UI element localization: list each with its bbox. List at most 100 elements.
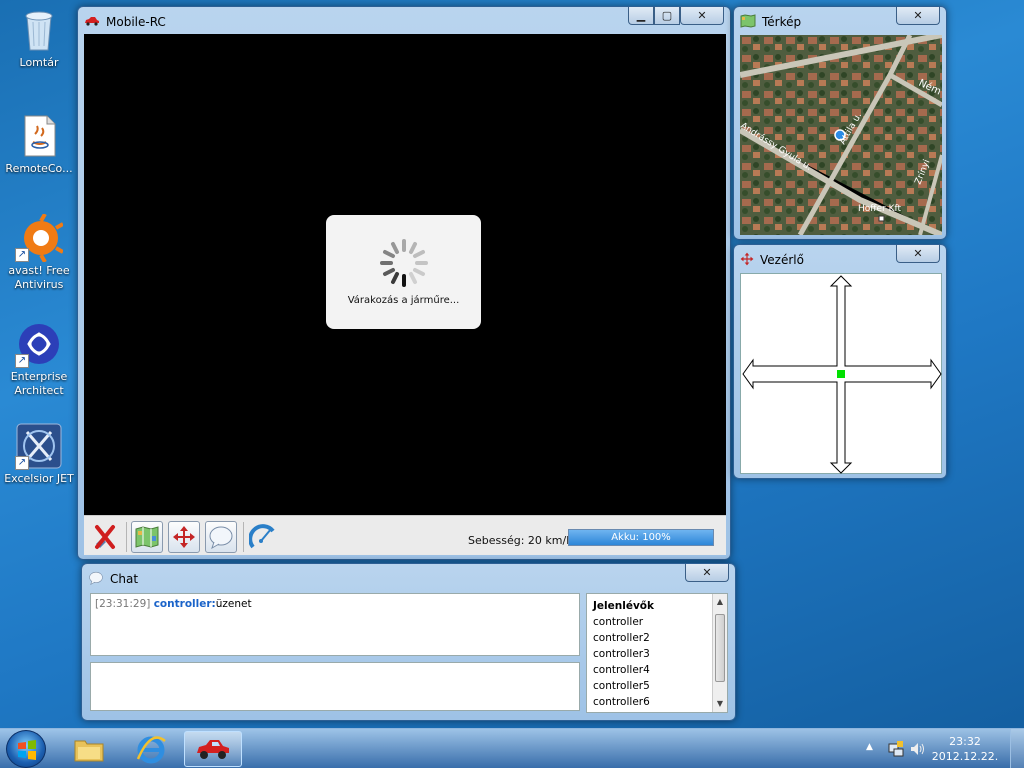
map-view[interactable]: Andrássy Gyula u. Attila u. Zrínyi Ném H…: [740, 35, 942, 235]
message-user: controller:: [153, 598, 216, 610]
mobile-rc-window: Mobile-RC ▁ ▢ ✕ Várakozás a járműre... S…: [77, 6, 731, 560]
chat-message-log[interactable]: [23:31:29] controller:üzenet: [90, 593, 580, 656]
list-item[interactable]: controller3: [593, 646, 721, 662]
desktop-icon-label: RemoteCo...: [5, 162, 73, 175]
battery-progress-bar: Akku: 100%: [568, 529, 714, 546]
shortcut-arrow-icon: ↗: [15, 248, 29, 262]
window-controls: ✕: [896, 7, 940, 25]
speed-gauge: [248, 523, 277, 551]
desktop-icon-remoteco[interactable]: RemoteCo...: [2, 112, 76, 176]
desktop-icon-avast[interactable]: ↗ avast! Free Antivirus: [2, 213, 76, 292]
folder-icon: [74, 740, 104, 762]
maximize-button[interactable]: ▢: [654, 7, 680, 25]
system-tray: ▲ 23:32 2012.12.22.: [854, 729, 1024, 768]
show-hidden-icons-icon[interactable]: ▲: [866, 742, 873, 752]
chat-input[interactable]: [90, 662, 580, 711]
shortcut-arrow-icon: ↗: [15, 354, 29, 368]
volume-icon[interactable]: [910, 741, 926, 760]
taskbar-explorer[interactable]: [60, 731, 118, 767]
chat-toggle-button[interactable]: [205, 521, 237, 553]
desktop-icon-enterprise-architect[interactable]: ↗ Enterprise Architect: [2, 320, 76, 398]
list-item[interactable]: controller6: [593, 694, 721, 710]
clock-date: 2012.12.22.: [931, 750, 999, 763]
users-header: Jelenlévők: [593, 600, 654, 612]
scroll-up-arrow-icon[interactable]: ▲: [713, 594, 727, 610]
list-item[interactable]: controller2: [593, 630, 721, 646]
clock[interactable]: 23:32 2012.12.22.: [930, 734, 1000, 764]
video-area: Várakozás a járműre...: [84, 34, 726, 515]
clock-time: 23:32: [949, 735, 981, 748]
window-controls: ✕: [685, 564, 729, 582]
window-title: Térkép: [762, 15, 802, 29]
excelsior-jet-icon: ↗: [15, 422, 63, 470]
shortcut-arrow-icon: ↗: [15, 456, 29, 470]
window-controls: ▁ ▢ ✕: [628, 7, 724, 25]
control-window: Vezérlő ✕: [733, 244, 947, 479]
control-toggle-button[interactable]: [168, 521, 200, 553]
toolbar-separator: [126, 522, 127, 552]
window-title: Vezérlő: [760, 253, 804, 267]
scroll-down-arrow-icon[interactable]: ▼: [713, 696, 727, 712]
window-title-bar: Vezérlő: [740, 251, 804, 269]
car-icon: [84, 15, 100, 29]
loading-dialog: Várakozás a járműre...: [326, 215, 481, 329]
desktop-icon-label: avast! Free Antivirus: [8, 264, 70, 291]
speedometer-icon: [248, 524, 275, 549]
present-users-list: Jelenlévők controller controller2 contro…: [586, 593, 728, 713]
desktop-icon-excelsior-jet[interactable]: ↗ Excelsior JET: [2, 422, 76, 486]
avast-icon: ↗: [15, 213, 64, 263]
users-scrollbar[interactable]: ▲ ▼: [712, 594, 727, 712]
map-icon: [740, 13, 756, 31]
chat-bubble-icon: [209, 526, 233, 549]
battery-label: Akku: 100%: [611, 532, 671, 543]
network-icon[interactable]: [888, 741, 904, 760]
window-title: Mobile-RC: [106, 15, 166, 29]
move-arrows-icon: [173, 526, 195, 548]
map-window: Térkép ✕ Andrássy Gyula u. Attila u. Zrí…: [733, 6, 947, 240]
internet-explorer-icon: [136, 736, 166, 764]
speed-label: Sebesség: 20 km/h: [468, 534, 574, 547]
chat-window: Chat ✕ [23:31:29] controller:üzenet Jele…: [81, 563, 736, 721]
windows-logo-icon: [18, 740, 36, 760]
taskbar: ▲ 23:32 2012.12.22.: [0, 728, 1024, 768]
window-controls: ✕: [896, 245, 940, 263]
list-item[interactable]: controller4: [593, 662, 721, 678]
minimize-button[interactable]: ▁: [628, 7, 654, 25]
enterprise-architect-icon: ↗: [15, 320, 63, 368]
desktop-icon-label: Enterprise Architect: [10, 370, 68, 397]
move-arrows-icon: [740, 252, 754, 269]
close-button[interactable]: ✕: [685, 564, 729, 582]
close-button[interactable]: ✕: [896, 7, 940, 25]
disconnect-button[interactable]: [90, 522, 120, 552]
window-title-bar: Mobile-RC: [84, 13, 166, 31]
message-text: üzenet: [215, 598, 252, 610]
car-icon: [197, 740, 229, 759]
list-item[interactable]: controller5: [593, 678, 721, 694]
taskbar-mobile-rc[interactable]: [184, 731, 242, 767]
desktop-icon-label: Lomtár: [19, 56, 59, 69]
center-indicator: [837, 370, 845, 378]
message-time: [23:31:29]: [95, 598, 151, 610]
desktop-icon-recycle-bin[interactable]: Lomtár: [2, 6, 76, 70]
list-item[interactable]: controller: [593, 614, 721, 630]
close-button[interactable]: ✕: [680, 7, 724, 25]
bottom-toolbar: Sebesség: 20 km/h Akku: 100%: [84, 515, 726, 555]
map-toggle-button[interactable]: [131, 521, 163, 553]
taskbar-internet-explorer[interactable]: [122, 731, 180, 767]
disconnect-icon: [95, 525, 115, 549]
toolbar-separator: [243, 522, 244, 552]
scroll-thumb[interactable]: [715, 614, 725, 682]
start-button[interactable]: [6, 730, 46, 768]
desktop-icon-label: Excelsior JET: [4, 472, 74, 485]
loading-message: Várakozás a járműre...: [347, 295, 460, 306]
chat-bubble-icon: [88, 571, 104, 588]
show-desktop-button[interactable]: [1010, 729, 1024, 768]
chat-message: [23:31:29] controller:üzenet: [95, 598, 575, 610]
java-file-icon: [15, 112, 63, 160]
map-icon: [135, 526, 159, 548]
loading-spinner-icon: [380, 239, 428, 287]
close-button[interactable]: ✕: [896, 245, 940, 263]
window-title: Chat: [110, 572, 139, 586]
direction-control-pad[interactable]: [740, 273, 942, 474]
window-title-bar: Chat: [88, 570, 138, 588]
